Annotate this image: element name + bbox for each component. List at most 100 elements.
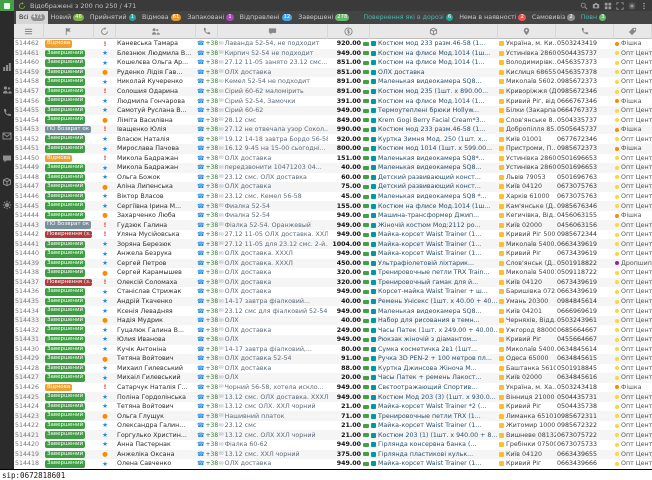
app-logo[interactable] — [0, 0, 14, 11]
table-row[interactable]: 514422Завершений★Олександра Галин...☎+38… — [14, 421, 652, 431]
table-row[interactable]: 514449Завершений★Микола Бадражан☎+38✉пер… — [14, 163, 652, 173]
table-row[interactable]: 514440Завершений★Анжела Безрука☎+38✉ОЛХ … — [14, 249, 652, 259]
table-row[interactable]: 514457Завершений!Солошия Одарина☎+38✉Сір… — [14, 87, 652, 97]
table-row[interactable]: 514459Завершений●Руденко Лідія Гав...☎+3… — [14, 68, 652, 78]
table-row[interactable]: 514442Повернення (з..!Уляна Мусійовська☎… — [14, 230, 652, 240]
col-comment[interactable] — [218, 24, 328, 39]
customer-name: Олена Савченко — [116, 459, 196, 469]
table-row[interactable]: 514453ПО Возврат ок!Іващенко Юлія☎+38✉27… — [14, 125, 652, 135]
status-tab-7[interactable]: Повернення які в дорозі6 — [360, 11, 456, 24]
table-row[interactable]: 514431Завершений★Юлия Иванова☎+38✉ОЛХ949… — [14, 335, 652, 345]
table-row[interactable]: 514433Завершений●Надія Мудрик☎+38✉ОЛХ40.… — [14, 316, 652, 326]
table-row[interactable]: 514427Завершений★Михаіл Гилевський☎+38✉О… — [14, 373, 652, 383]
sidebar-box-icon[interactable] — [2, 177, 12, 187]
sidebar-chat-icon[interactable] — [2, 154, 12, 164]
status-tab-2[interactable]: Прийнятий1 — [87, 11, 139, 24]
status-tab-6[interactable]: Завершені278 — [295, 11, 352, 24]
table-row[interactable]: 514419Завершений●Анжеліка Оксана☎+38✉13.… — [14, 450, 652, 460]
table-row[interactable]: 514425Завершений★Поліна Гордолінська☎+38… — [14, 392, 652, 402]
order-id: 514421 — [14, 430, 44, 440]
table-row[interactable]: 514450Відмова!Микола Бадражан☎+38✉ОЛХ до… — [14, 154, 652, 164]
table-row[interactable]: 514454Завершений●Ліміта Василівна☎+38✉28… — [14, 115, 652, 125]
table-row[interactable]: 514426Відмова!Сатарчук Наталія Г...☎+38✉… — [14, 383, 652, 393]
payment-icon — [363, 214, 369, 218]
table-row[interactable]: 514443ПО Возврат ок!Гудзюк Галина☎+38✉Фі… — [14, 220, 652, 230]
status-tab-10[interactable]: Повн3 — [578, 11, 610, 24]
col-customer[interactable] — [116, 24, 196, 39]
status-tab-0[interactable]: Всі471 — [16, 11, 48, 24]
payment-icon — [363, 223, 369, 227]
table-row[interactable]: 514445Завершений★Сергіївна Ірина М...☎+3… — [14, 201, 652, 211]
location-icon — [499, 223, 504, 228]
row-flags: ! — [94, 220, 116, 230]
status-tab-5[interactable]: Відправлені12 — [237, 11, 296, 24]
col-phone[interactable] — [556, 24, 614, 39]
col-source[interactable] — [614, 24, 652, 39]
table-row[interactable]: 514462Відмова!Каневська Тамара☎+38✉Лаван… — [14, 39, 652, 49]
payment-icon — [363, 424, 369, 428]
sidebar-mail-icon[interactable] — [2, 131, 12, 141]
expand-icon[interactable] — [616, 2, 624, 10]
col-product[interactable] — [370, 24, 498, 39]
table-row[interactable]: 514429Завершений●Тетяна Войтович☎+38✉ОЛХ… — [14, 354, 652, 364]
table-row[interactable]: 514418Завершений★Олена Савченко☎+38✉ОЛХ … — [14, 459, 652, 469]
source-icon — [615, 128, 619, 132]
table-row[interactable]: 514424Завершений★Тетяна Войтович☎+38✉13.… — [14, 402, 652, 412]
col-status[interactable] — [44, 24, 94, 39]
order-comment: ✉Чорний 56-58, хотела искло... — [218, 383, 328, 393]
table-row[interactable]: 514435Завершений★Андрій Ткаченко☎+38✉14-… — [14, 297, 652, 307]
table-row[interactable]: 514434Завершений★Ксенія Левадняя☎+38✉23.… — [14, 306, 652, 316]
sidebar-phone-icon[interactable] — [2, 108, 12, 118]
table-row[interactable]: 514428Завершений★Михаил Гилевський☎+38✉О… — [14, 364, 652, 374]
col-location[interactable] — [498, 24, 556, 39]
table-row[interactable]: 514461Завершений★Блезнюк Людмила В...☎+3… — [14, 49, 652, 59]
search-icon[interactable] — [580, 2, 588, 10]
table-row[interactable]: 514441Завершений★Зоряна Березюк☎+38✉27.1… — [14, 239, 652, 249]
sidebar-gear-icon[interactable] — [2, 200, 12, 210]
table-row[interactable]: 514448Завершений★Ольга Божок☎+38✉23.12 с… — [14, 173, 652, 183]
dots-icon[interactable] — [640, 2, 648, 10]
table-row[interactable]: 514432Завершений★Гуцалюк Галина В...☎+38… — [14, 325, 652, 335]
col-phone-prefix[interactable] — [196, 24, 218, 39]
star-icon: ★ — [102, 308, 108, 315]
table-row[interactable]: 514439Завершений★Сергей Петров☎+38✉ОЛХ д… — [14, 259, 652, 269]
status-badge: Завершений — [45, 59, 85, 67]
table-row[interactable]: 514458Завершений★Николай Кучеренко☎+38✉К… — [14, 77, 652, 87]
status-tab-3[interactable]: Відмова61 — [139, 11, 184, 24]
table-row[interactable]: 514438Завершений●Сергей Карамышев☎+38✉ОЛ… — [14, 268, 652, 278]
table-row[interactable]: 514456Завершений★Людмила Гончарова☎+38✉С… — [14, 96, 652, 106]
camera-icon[interactable] — [592, 2, 600, 10]
table-row[interactable]: 514455Завершений★Самотуй Руслана В...☎+3… — [14, 106, 652, 116]
table-row[interactable]: 514421Завершений★Горгулько Христин...☎+3… — [14, 430, 652, 440]
table-row[interactable]: 514430Завершений★Кучік Антоніна☎+38✉14-1… — [14, 345, 652, 355]
status-tab-8[interactable]: Нема в наявності2 — [456, 11, 529, 24]
col-id[interactable] — [14, 24, 44, 39]
status-tab-1[interactable]: Новий46 — [48, 11, 87, 24]
gear-icon[interactable] — [628, 2, 636, 10]
table-row[interactable]: 514423Завершений●Ольга Глущук☎+38✉Нашивн… — [14, 411, 652, 421]
sidebar-users-icon[interactable] — [2, 85, 12, 95]
order-comment: ✉передзвонити 10471203 04... — [218, 163, 328, 173]
refresh-icon[interactable] — [18, 2, 26, 10]
grid-icon[interactable] — [604, 2, 612, 10]
table-row[interactable]: 514437Повернення (з..!Олексій Соломаха☎+… — [14, 278, 652, 288]
table-row[interactable]: 514452Завершений★Власюк Наталія☎+38✉19.1… — [14, 134, 652, 144]
status-tab-9[interactable]: Самовивіз2 — [529, 11, 578, 24]
row-flags: ● — [94, 268, 116, 278]
table-row[interactable]: 514451Завершений★Мирослава Пачова☎+38✉16… — [14, 144, 652, 154]
mail-icon: ✉ — [219, 384, 224, 390]
col-total[interactable] — [328, 24, 370, 39]
customer-phone: 0673439619 — [556, 278, 614, 288]
phone-prefix: ☎+38 — [196, 163, 218, 173]
location-icon — [499, 452, 504, 457]
table-row[interactable]: 514436Завершений★Станіслав Стрижак☎+38✉О… — [14, 287, 652, 297]
status-tab-4[interactable]: Запаковані1 — [184, 11, 236, 24]
sidebar-chart-icon[interactable] — [2, 62, 12, 72]
col-flags[interactable] — [94, 24, 116, 39]
star-icon: ★ — [102, 336, 108, 343]
table-row[interactable]: 514460Завершений★Кошелєва Ольга Ар...☎+3… — [14, 58, 652, 68]
table-row[interactable]: 514447Завершений●Аліна Липенська☎+38✉ОЛХ… — [14, 182, 652, 192]
table-row[interactable]: 514444Завершений●Захарченко Люба☎+38✉Фиа… — [14, 211, 652, 221]
table-row[interactable]: 514420Завершений★Анна Пастернак☎+38✉Фіал… — [14, 440, 652, 450]
table-row[interactable]: 514446Завершений★Віктор Власов☎+38✉23.12… — [14, 192, 652, 202]
